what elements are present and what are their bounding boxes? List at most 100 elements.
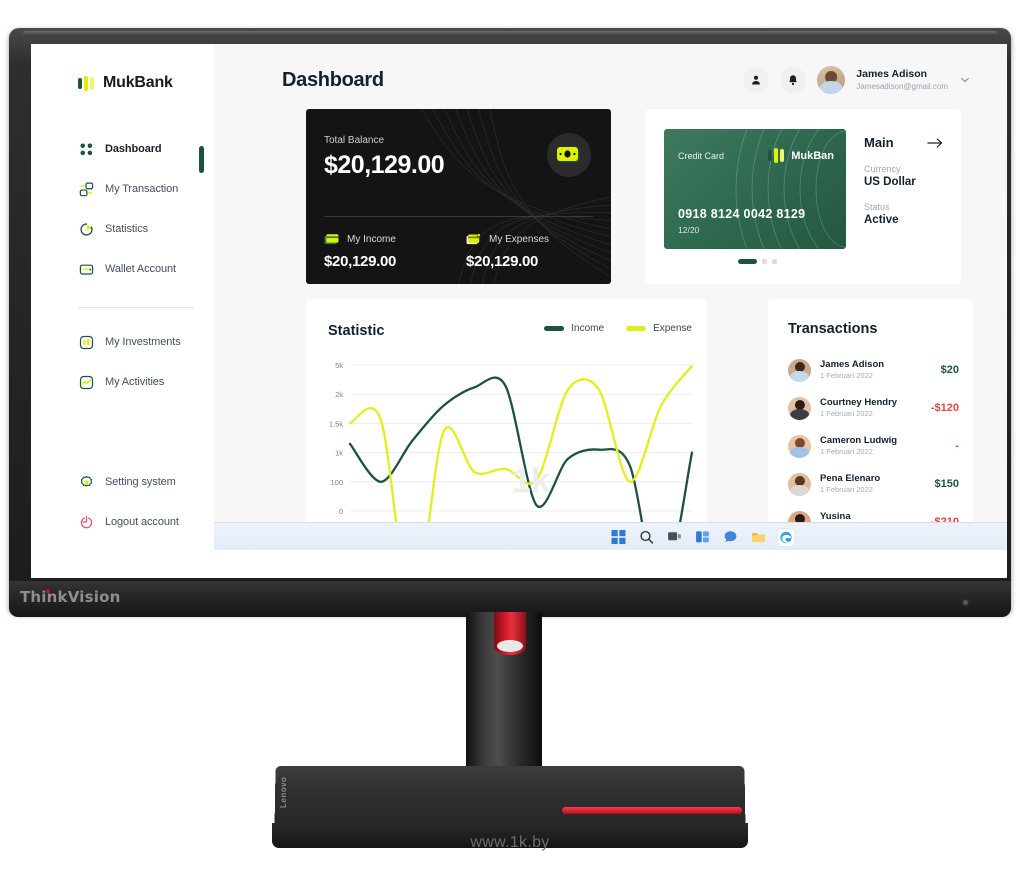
- sidebar-item-setting-system[interactable]: Setting system: [31, 462, 214, 502]
- line-chart-svg: 5k2k1,5k1k1000JanFebMarAprMayJunJulAugSe…: [329, 361, 698, 537]
- statistic-panel: Statistic Income Expense 1k 5k 2k 1,5k 1…: [306, 299, 706, 544]
- expenses-label: My Expenses: [489, 234, 550, 245]
- brand-name: MukBank: [103, 74, 173, 91]
- total-balance-label: Total Balance: [324, 135, 385, 146]
- taskbar-icons: [610, 523, 795, 551]
- sidebar-nav-footer: Setting system Logout account: [31, 462, 214, 542]
- file-explorer-icon[interactable]: [750, 529, 767, 546]
- credit-card-brand-name: MukBan: [791, 149, 834, 162]
- sidebar-item-label: My Transaction: [105, 183, 179, 195]
- income-card-icon: [324, 234, 339, 245]
- bezel-highlight: [23, 31, 997, 36]
- transaction-row[interactable]: Cameron Ludwig 1 Februari 2022-: [788, 427, 959, 465]
- monitor-screen: MukBank Dashboard My Transaction Statist…: [31, 44, 1007, 578]
- sidebar-item-dashboard[interactable]: Dashboard: [31, 129, 214, 169]
- sidebar-item-wallet-account[interactable]: Wallet Account: [31, 249, 214, 289]
- grid-dots-icon: [80, 143, 93, 155]
- transactions-title: Transactions: [788, 321, 878, 337]
- sidebar-item-label: Dashboard: [105, 143, 162, 155]
- gear-icon: [80, 475, 93, 487]
- transaction-row[interactable]: Courtney Hendry 1 Februari 2022 -$120: [788, 389, 959, 427]
- expenses-value: $20,129.00: [466, 253, 539, 270]
- person-icon: [752, 75, 761, 85]
- chart-y-tick: 0: [339, 507, 343, 516]
- sidebar-item-label: Statistics: [105, 223, 149, 235]
- legend-item-income: Income: [544, 323, 604, 334]
- transaction-info: Courtney Hendry 1 Februari 2022: [820, 397, 922, 419]
- income-label: My Income: [347, 234, 396, 245]
- banking-dashboard-app: MukBank Dashboard My Transaction Statist…: [31, 44, 1007, 578]
- credit-card-expiry: 12/20: [678, 225, 700, 235]
- sidebar-nav-secondary: My Investments My Activities: [31, 322, 214, 402]
- transaction-date: 1 Februari 2022: [820, 409, 873, 419]
- transaction-info: Pena Elenaro 1 Februari 2022: [820, 473, 926, 495]
- chart-y-tick: 5k: [335, 361, 343, 370]
- search-icon[interactable]: [638, 529, 655, 546]
- sidebar-nav-primary: Dashboard My Transaction Statistics Wall…: [31, 129, 214, 289]
- sidebar-item-my-activities[interactable]: My Activities: [31, 362, 214, 402]
- transaction-avatar: [788, 472, 811, 496]
- carousel-dot[interactable]: [762, 259, 767, 264]
- legend-swatch: [544, 326, 565, 331]
- transaction-info: James Adison 1 Februari 2022: [820, 359, 932, 381]
- credit-card[interactable]: Credit Card MukBan 0918 8124 0042 8129 1…: [664, 129, 846, 249]
- sidebar: MukBank Dashboard My Transaction Statist…: [31, 44, 214, 550]
- base-red-accent: [562, 807, 742, 814]
- legend-swatch: [626, 326, 647, 331]
- monitor-brand-label: ThinkVision: [20, 588, 121, 606]
- transaction-row[interactable]: James Adison 1 Februari 2022 $20: [788, 351, 959, 389]
- currency-label: Currency: [864, 164, 901, 174]
- chart-y-tick: 1k: [335, 449, 343, 458]
- transaction-amount: $150: [934, 478, 959, 490]
- screenshot-scene: MukBank Dashboard My Transaction Statist…: [0, 0, 1020, 873]
- profile-button[interactable]: [743, 67, 770, 93]
- legend-item-expense: Expense: [626, 323, 692, 334]
- transaction-row[interactable]: Pena Elenaro 1 Februari 2022 $150: [788, 465, 959, 503]
- main-content: Dashboard James Adison Jamesadison@gmail…: [214, 44, 1007, 550]
- credit-card-brand: MukBan: [768, 148, 834, 163]
- transactions-list: James Adison 1 Februari 2022 $20 Courtney H…: [788, 351, 959, 541]
- total-balance-card: Total Balance $20,129.00 My Income $20,1…: [306, 109, 611, 284]
- statistic-chart: 1k 5k2k1,5k1k1000JanFebMarAprMayJunJulAu…: [316, 357, 698, 537]
- sidebar-item-statistics[interactable]: Statistics: [31, 209, 214, 249]
- transaction-avatar: [788, 358, 811, 382]
- status-label: Status: [864, 202, 890, 212]
- brand-logo: MukBank: [78, 74, 173, 92]
- sidebar-item-logout-account[interactable]: Logout account: [31, 502, 214, 542]
- lenovo-logo: Lenovo: [279, 776, 288, 808]
- user-name: James Adison: [856, 68, 928, 81]
- start-icon[interactable]: [610, 529, 627, 546]
- edge-icon[interactable]: [777, 528, 795, 546]
- total-balance-amount: $20,129.00: [324, 151, 445, 179]
- transaction-name: Courtney Hendry: [820, 396, 898, 408]
- credit-card-type: Credit Card: [678, 151, 725, 161]
- legend-label: Expense: [653, 323, 692, 334]
- three-bars-logo-icon: [768, 148, 785, 163]
- user-info: James Adison Jamesadison@gmail.com: [856, 68, 948, 91]
- wallet-icon: [79, 264, 94, 275]
- widgets-icon[interactable]: [694, 529, 711, 546]
- transaction-date: 1 Februari 2022: [820, 371, 873, 381]
- sidebar-item-my-investments[interactable]: My Investments: [31, 322, 214, 362]
- sidebar-item-label: My Activities: [105, 376, 165, 388]
- arrow-right-icon[interactable]: [927, 137, 943, 149]
- thinkvision-red-dot-icon: [46, 589, 50, 593]
- sidebar-item-my-transaction[interactable]: My Transaction: [31, 169, 214, 209]
- chat-icon[interactable]: [722, 529, 739, 546]
- money-icon: [547, 133, 591, 177]
- user-email: Jamesadison@gmail.com: [856, 81, 948, 91]
- sidebar-item-label: Setting system: [105, 476, 176, 488]
- carousel-dot[interactable]: [772, 259, 777, 264]
- income-summary: My Income $20,129.00: [324, 233, 396, 270]
- carousel-dot-active[interactable]: [738, 259, 757, 264]
- card-carousel-dots[interactable]: [738, 259, 777, 264]
- user-avatar[interactable]: [817, 66, 846, 94]
- power-led-indicator[interactable]: [963, 600, 968, 605]
- chevron-down-icon[interactable]: [959, 74, 971, 86]
- task-view-icon[interactable]: [666, 529, 683, 546]
- header-actions: James Adison Jamesadison@gmail.com: [743, 66, 971, 94]
- notifications-button[interactable]: [780, 67, 807, 93]
- bell-icon: [789, 75, 798, 86]
- transaction-name: James Adison: [820, 358, 885, 370]
- site-watermark: www.1k.by: [470, 834, 550, 851]
